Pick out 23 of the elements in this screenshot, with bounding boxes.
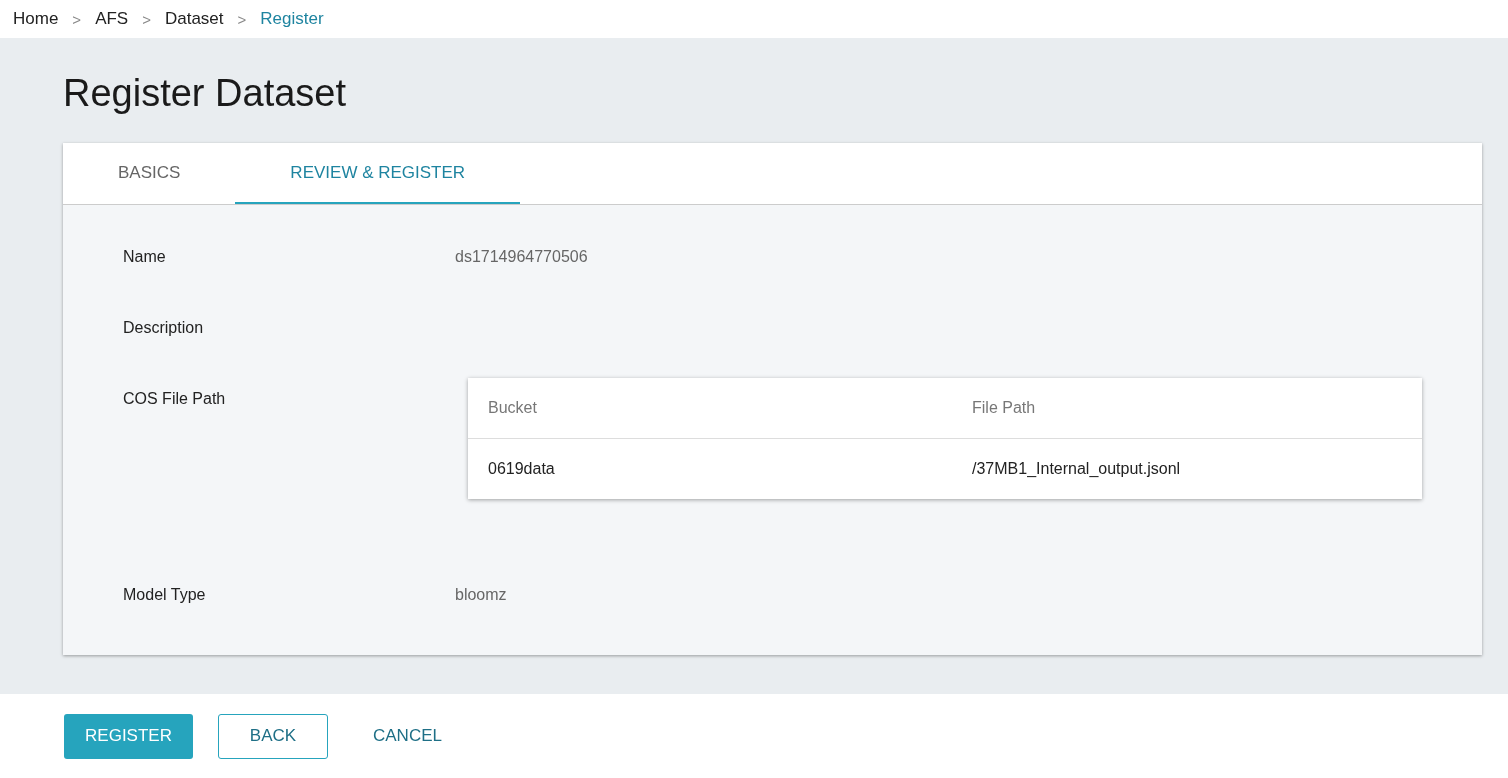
table-cell-text: /37MB1_Internal_output.jsonl bbox=[971, 460, 1182, 478]
cancel-button[interactable]: CANCEL bbox=[353, 713, 462, 759]
column-header: File Path bbox=[971, 399, 1037, 417]
breadcrumb-separator: > bbox=[142, 10, 151, 28]
breadcrumb-link[interactable]: Register bbox=[260, 9, 324, 29]
back-button[interactable]: BACK bbox=[218, 713, 328, 759]
field-value: ds1714964770506 bbox=[455, 248, 588, 267]
page-title: Register Dataset bbox=[63, 71, 347, 116]
table-cell-text: 0619data bbox=[487, 460, 556, 478]
field-value: bloomz bbox=[455, 586, 507, 605]
breadcrumb-separator: > bbox=[237, 10, 247, 28]
breadcrumb-link[interactable]: Dataset bbox=[164, 9, 224, 29]
column-header: Bucket bbox=[487, 399, 538, 417]
register-button[interactable]: REGISTER bbox=[64, 713, 193, 759]
field-label: COS File Path bbox=[123, 390, 227, 409]
tab[interactable]: BASICS bbox=[63, 143, 236, 204]
breadcrumb-link[interactable]: Home bbox=[13, 9, 59, 29]
field-label: Model Type bbox=[123, 586, 207, 605]
field-label: Name bbox=[123, 248, 167, 267]
tab[interactable]: REVIEW & REGISTER bbox=[235, 143, 521, 204]
field-label: Description bbox=[123, 319, 205, 338]
breadcrumb-link[interactable]: AFS bbox=[95, 9, 129, 29]
breadcrumb-separator: > bbox=[72, 10, 82, 28]
